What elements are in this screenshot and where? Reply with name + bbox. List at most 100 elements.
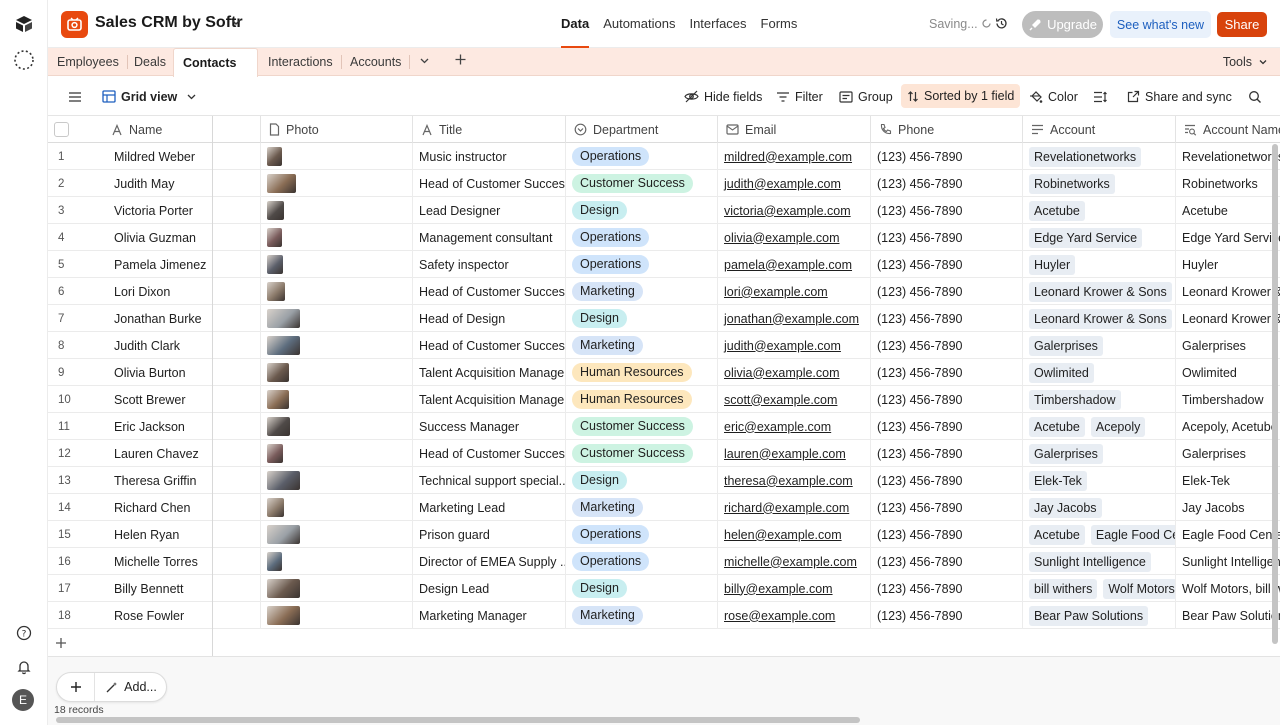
cell-department[interactable]: Customer Success — [566, 413, 718, 440]
photo-thumbnail[interactable] — [267, 579, 300, 598]
cell-name[interactable]: Eric Jackson — [103, 413, 261, 440]
email-link[interactable]: mildred@example.com — [724, 150, 852, 164]
cell-account[interactable]: Acetube Acepoly — [1023, 413, 1176, 440]
add-table-plus-icon[interactable] — [445, 48, 476, 76]
cell-account-name[interactable]: Acepoly, Acetube — [1176, 413, 1280, 440]
photo-thumbnail[interactable] — [267, 363, 289, 382]
cell-title[interactable]: Marketing Lead — [413, 494, 566, 521]
cell-title[interactable]: Music instructor — [413, 143, 566, 170]
cell-phone[interactable]: (123) 456-7890 — [871, 602, 1023, 629]
workspace-logo-icon[interactable] — [12, 12, 36, 36]
table-row[interactable]: 12 Lauren Chavez Head of Customer Success C… — [48, 440, 1280, 467]
cell-department[interactable]: Design — [566, 197, 718, 224]
email-link[interactable]: lori@example.com — [724, 285, 828, 299]
cell-name[interactable]: Judith Clark — [103, 332, 261, 359]
cell-account[interactable]: Bear Paw Solutions — [1023, 602, 1176, 629]
cell-phone[interactable]: (123) 456-7890 — [871, 521, 1023, 548]
cell-photo[interactable] — [261, 170, 413, 197]
cell-account[interactable]: Revelationetworks — [1023, 143, 1176, 170]
cell-email[interactable]: jonathan@example.com — [718, 305, 871, 332]
cell-photo[interactable] — [261, 575, 413, 602]
cell-photo[interactable] — [261, 332, 413, 359]
cell-phone[interactable]: (123) 456-7890 — [871, 575, 1023, 602]
cell-department[interactable]: Operations — [566, 224, 718, 251]
cell-title[interactable]: Talent Acquisition Manager — [413, 359, 566, 386]
tab-interactions[interactable]: Interactions — [259, 48, 342, 76]
email-link[interactable]: michelle@example.com — [724, 555, 857, 569]
select-all-checkbox[interactable] — [48, 116, 103, 143]
cell-photo[interactable] — [261, 413, 413, 440]
cell-account-name[interactable]: Jay Jacobs — [1176, 494, 1280, 521]
cell-email[interactable]: judith@example.com — [718, 332, 871, 359]
cell-title[interactable]: Success Manager — [413, 413, 566, 440]
nav-data[interactable]: Data — [555, 0, 595, 48]
table-row[interactable]: 11 Eric Jackson Success Manager Customer Su… — [48, 413, 1280, 440]
account-tag[interactable]: Timbershadow — [1029, 389, 1121, 410]
photo-thumbnail[interactable] — [267, 201, 284, 220]
cell-department[interactable]: Design — [566, 305, 718, 332]
cell-account-name[interactable]: Acetube — [1176, 197, 1280, 224]
cell-name[interactable]: Theresa Griffin — [103, 467, 261, 494]
account-tag[interactable]: Revelationetworks — [1029, 146, 1142, 167]
cell-phone[interactable]: (123) 456-7890 — [871, 359, 1023, 386]
account-tag[interactable]: Eagle Food Centers — [1090, 524, 1175, 545]
sort-button[interactable]: Sorted by 1 field — [901, 84, 1021, 108]
cell-photo[interactable] — [261, 494, 413, 521]
cell-phone[interactable]: (123) 456-7890 — [871, 224, 1023, 251]
cell-photo[interactable] — [261, 224, 413, 251]
cell-phone[interactable]: (123) 456-7890 — [871, 332, 1023, 359]
cell-name[interactable]: Victoria Porter — [103, 197, 261, 224]
cell-name[interactable]: Mildred Weber — [103, 143, 261, 170]
cell-phone[interactable]: (123) 456-7890 — [871, 548, 1023, 575]
cell-photo[interactable] — [261, 440, 413, 467]
photo-thumbnail[interactable] — [267, 552, 282, 571]
add-with-ai-button[interactable]: Add... — [95, 673, 167, 701]
cell-photo[interactable] — [261, 251, 413, 278]
cell-department[interactable]: Marketing — [566, 332, 718, 359]
photo-thumbnail[interactable] — [267, 174, 296, 193]
cell-account[interactable]: Timbershadow — [1023, 386, 1176, 413]
cell-department[interactable]: Marketing — [566, 278, 718, 305]
account-tag[interactable]: Galerprises — [1029, 335, 1103, 356]
cell-name[interactable]: Lauren Chavez — [103, 440, 261, 467]
table-row[interactable]: 6 Lori Dixon Head of Customer Success Marke… — [48, 278, 1280, 305]
cell-account-name[interactable]: Leonard Krower & Sons — [1176, 278, 1280, 305]
cell-email[interactable]: helen@example.com — [718, 521, 871, 548]
cell-account[interactable]: Sunlight Intelligence — [1023, 548, 1176, 575]
cell-photo[interactable] — [261, 305, 413, 332]
table-row[interactable]: 5 Pamela Jimenez Safety inspector Operation… — [48, 251, 1280, 278]
cell-photo[interactable] — [261, 359, 413, 386]
table-row[interactable]: 18 Rose Fowler Marketing Manager Marketing r… — [48, 602, 1280, 629]
tools-menu[interactable]: Tools — [1223, 48, 1268, 76]
cell-photo[interactable] — [261, 521, 413, 548]
cell-account-name[interactable]: Timbershadow — [1176, 386, 1280, 413]
email-link[interactable]: victoria@example.com — [724, 204, 851, 218]
cell-account-name[interactable]: Bear Paw Solutions — [1176, 602, 1280, 629]
table-row[interactable]: 14 Richard Chen Marketing Lead Marketing ric… — [48, 494, 1280, 521]
cell-title[interactable]: Director of EMEA Supply ... — [413, 548, 566, 575]
horizontal-scrollbar[interactable] — [56, 717, 860, 723]
cell-title[interactable]: Design Lead — [413, 575, 566, 602]
table-row[interactable]: 2 Judith May Head of Customer Success Custo… — [48, 170, 1280, 197]
cell-email[interactable]: scott@example.com — [718, 386, 871, 413]
cell-account[interactable]: Leonard Krower & Sons — [1023, 278, 1176, 305]
email-link[interactable]: olivia@example.com — [724, 366, 840, 380]
account-tag[interactable]: Acetube — [1029, 416, 1085, 437]
email-link[interactable]: theresa@example.com — [724, 474, 853, 488]
cell-email[interactable]: michelle@example.com — [718, 548, 871, 575]
cell-account[interactable]: Leonard Krower & Sons — [1023, 305, 1176, 332]
nav-interfaces[interactable]: Interfaces — [683, 0, 752, 48]
cell-email[interactable]: olivia@example.com — [718, 359, 871, 386]
cell-department[interactable]: Human Resources — [566, 359, 718, 386]
table-row[interactable]: 16 Michelle Torres Director of EMEA Supply… — [48, 548, 1280, 575]
tab-deals[interactable]: Deals — [125, 48, 175, 76]
share-sync-button[interactable]: Share and sync — [1127, 77, 1232, 116]
cell-account[interactable]: Edge Yard Service — [1023, 224, 1176, 251]
cell-email[interactable]: victoria@example.com — [718, 197, 871, 224]
cell-account-name[interactable]: Eagle Food Centers — [1176, 521, 1280, 548]
cell-account-name[interactable]: Owlimited — [1176, 359, 1280, 386]
cell-account-name[interactable]: Wolf Motors, bill withers — [1176, 575, 1280, 602]
cell-account[interactable]: Acetube — [1023, 197, 1176, 224]
cell-title[interactable]: Lead Designer — [413, 197, 566, 224]
cell-phone[interactable]: (123) 456-7890 — [871, 143, 1023, 170]
